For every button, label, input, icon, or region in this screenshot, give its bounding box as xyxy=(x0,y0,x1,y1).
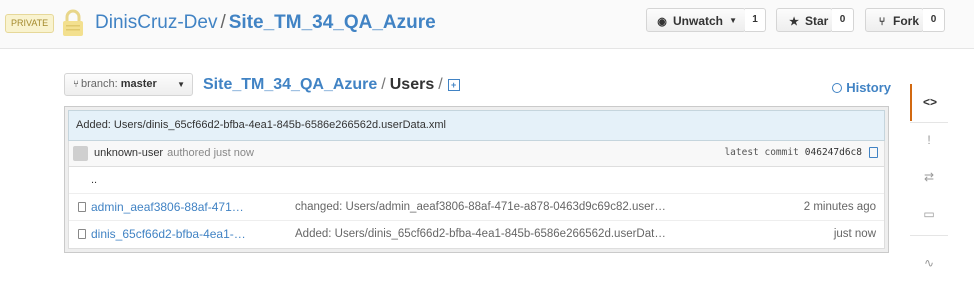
avatar[interactable] xyxy=(73,146,88,161)
file-name-link[interactable]: dinis_65cf66d2-bfba-4ea1-… xyxy=(91,221,246,247)
list-item[interactable]: .. xyxy=(69,167,884,194)
history-label: History xyxy=(846,80,891,95)
title-separator: / xyxy=(220,12,226,33)
branch-selector[interactable]: ⑂ branch: master ▼ xyxy=(64,73,193,96)
lock-icon xyxy=(63,9,83,36)
fork-icon: ⑂ xyxy=(878,16,886,28)
repo-name-link[interactable]: Site_TM_34_QA_Azure xyxy=(229,12,436,33)
repo-title: DinisCruz-Dev / Site_TM_34_QA_Azure xyxy=(95,10,436,36)
authored-time: authored just now xyxy=(167,147,254,159)
eye-icon: ◉ xyxy=(657,16,667,28)
commit-author: unknown-user authored just now xyxy=(94,141,254,165)
file-age: just now xyxy=(833,228,876,240)
breadcrumb: Site_TM_34_QA_Azure / Users / + xyxy=(203,75,460,95)
forks-count[interactable]: 0 xyxy=(923,8,945,32)
file-commit-message[interactable]: changed: Users/admin_aeaf3806-88af-471e-… xyxy=(295,194,666,220)
parent-directory-link[interactable]: .. xyxy=(91,167,97,193)
file-name-link[interactable]: admin_aeaf3806-88af-471… xyxy=(91,194,244,220)
file-age: 2 minutes ago xyxy=(803,201,876,213)
commit-title-bar: Added: Users/dinis_65cf66d2-bfba-4ea1-84… xyxy=(68,110,885,141)
table-row: admin_aeaf3806-88af-471… changed: Users/… xyxy=(69,194,884,221)
watchers-count[interactable]: 1 xyxy=(745,8,766,32)
sidebar-divider xyxy=(910,235,948,236)
fork-button[interactable]: ⑂ Fork xyxy=(865,8,924,32)
file-commit-message[interactable]: Added: Users/dinis_65cf66d2-bfba-4ea1-84… xyxy=(295,221,666,247)
branch-label: branch: xyxy=(81,78,118,90)
author-name[interactable]: unknown-user xyxy=(94,147,163,159)
star-label: Star xyxy=(805,14,829,28)
table-row: dinis_65cf66d2-bfba-4ea1-… Added: Users/… xyxy=(69,221,884,248)
file-list: .. admin_aeaf3806-88af-471… changed: Use… xyxy=(68,167,885,249)
commit-message[interactable]: Added: Users/dinis_65cf66d2-bfba-4ea1-84… xyxy=(76,119,446,131)
wiki-icon[interactable]: ▭ xyxy=(910,196,948,233)
pulse-icon[interactable]: ∿ xyxy=(910,245,948,282)
branch-icon: ⑂ xyxy=(73,79,79,90)
unwatch-label: Unwatch xyxy=(673,14,724,28)
fork-label: Fork xyxy=(893,14,920,28)
commit-meta-bar: unknown-user authored just now latest com… xyxy=(68,141,885,167)
issues-icon[interactable]: ! xyxy=(910,122,948,159)
file-icon xyxy=(78,202,86,212)
chevron-down-icon: ▼ xyxy=(729,16,737,25)
history-link[interactable]: History xyxy=(832,80,891,95)
repo-owner-link[interactable]: DinisCruz-Dev xyxy=(95,12,217,33)
unwatch-button[interactable]: ◉ Unwatch ▼ xyxy=(646,8,746,32)
repo-header: PRIVATE DinisCruz-Dev / Site_TM_34_QA_Azur… xyxy=(0,0,974,49)
new-file-icon[interactable]: + xyxy=(447,79,460,91)
star-button[interactable]: ★ Star xyxy=(776,8,833,32)
branch-value: master xyxy=(120,78,157,90)
breadcrumb-current-dir: Users xyxy=(389,76,435,93)
stargazers-count[interactable]: 0 xyxy=(832,8,854,32)
latest-commit-label: latest commit xyxy=(724,147,799,158)
chevron-down-icon: ▼ xyxy=(177,80,185,89)
clock-icon xyxy=(832,83,843,93)
breadcrumb-repo-link[interactable]: Site_TM_34_QA_Azure xyxy=(203,76,377,93)
commit-sha-link[interactable]: 046247d6c8 xyxy=(805,147,862,158)
breadcrumb-separator: / xyxy=(381,76,386,93)
code-icon[interactable]: <> xyxy=(910,84,948,121)
file-browser: Added: Users/dinis_65cf66d2-bfba-4ea1-84… xyxy=(64,106,889,253)
star-icon: ★ xyxy=(789,16,799,28)
clipboard-icon[interactable] xyxy=(869,147,878,158)
private-badge: PRIVATE xyxy=(5,14,55,33)
file-icon xyxy=(78,229,86,239)
latest-commit-info: latest commit 046247d6c8 xyxy=(724,141,862,165)
breadcrumb-trailing-separator: / xyxy=(438,76,443,93)
pull-requests-icon[interactable]: ⇄ xyxy=(910,159,948,196)
